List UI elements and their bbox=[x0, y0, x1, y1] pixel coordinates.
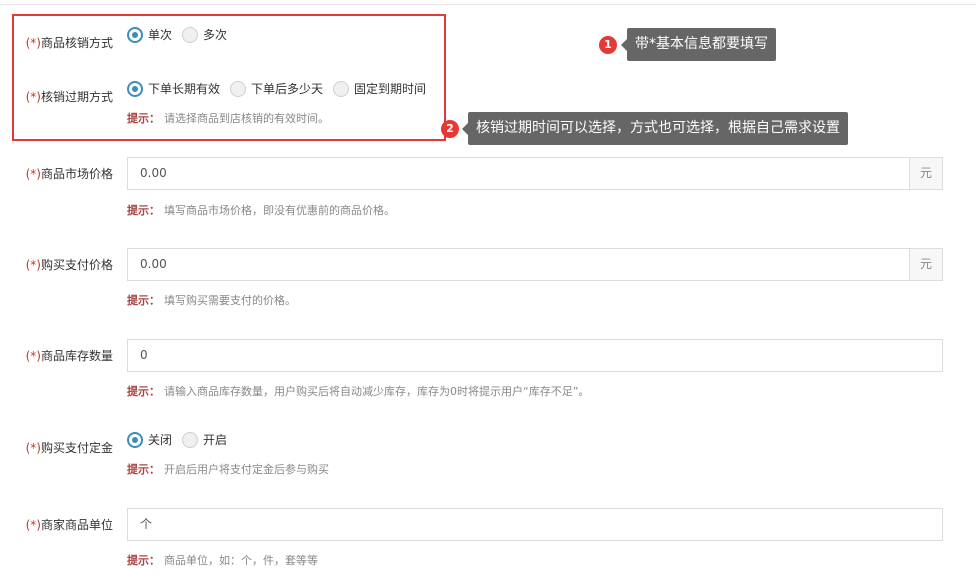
stock-label: (*)商品库存数量 bbox=[25, 349, 113, 363]
radio-checked-icon bbox=[127, 431, 143, 448]
unit-label: (*)商家商品单位 bbox=[25, 518, 113, 532]
currency-addon: 元 bbox=[909, 249, 942, 280]
annotation-2-badge: 2 bbox=[441, 120, 459, 138]
radio-unchecked-icon bbox=[182, 431, 199, 448]
market-price-label: (*)商品市场价格 bbox=[25, 167, 113, 181]
stock-input[interactable]: 0 bbox=[128, 340, 942, 371]
pay-price-field[interactable]: 0.00 元 bbox=[127, 248, 943, 281]
annotation-highlight-box bbox=[12, 14, 446, 141]
stock-hint: 提示： 请输入商品库存数量，用户购买后将自动减少库存，库存为0时将提示用户“库存不… bbox=[127, 385, 590, 398]
pay-price-label: (*)购买支付价格 bbox=[25, 258, 113, 272]
stock-field[interactable]: 0 bbox=[127, 339, 943, 372]
deposit-label: (*)购买支付定金 bbox=[25, 441, 113, 455]
annotation-1-tooltip: 带*基本信息都要填写 bbox=[621, 28, 776, 61]
annotation-1-badge: 1 bbox=[599, 36, 617, 54]
pay-price-input[interactable]: 0.00 bbox=[128, 249, 909, 280]
deposit-option-off[interactable]: 关闭 bbox=[127, 431, 172, 448]
pay-price-hint: 提示： 填写购买需要支付的价格。 bbox=[127, 294, 296, 307]
unit-field[interactable]: 个 bbox=[127, 508, 943, 541]
unit-hint: 提示： 商品单位，如：个，件，套等等 bbox=[127, 554, 318, 567]
deposit-hint: 提示： 开启后用户将支付定金后参与购买 bbox=[127, 463, 329, 476]
market-price-hint: 提示： 填写商品市场价格，即没有优惠前的商品价格。 bbox=[127, 204, 395, 217]
top-divider bbox=[0, 4, 976, 5]
market-price-input[interactable]: 0.00 bbox=[128, 158, 909, 189]
annotation-2-tooltip: 核销过期时间可以选择，方式也可选择，根据自己需求设置 bbox=[462, 112, 848, 145]
deposit-radio-group: 关闭 开启 bbox=[127, 431, 237, 448]
unit-input[interactable]: 个 bbox=[128, 509, 942, 540]
deposit-option-on[interactable]: 开启 bbox=[182, 431, 227, 448]
currency-addon: 元 bbox=[909, 158, 942, 189]
market-price-field[interactable]: 0.00 元 bbox=[127, 157, 943, 190]
